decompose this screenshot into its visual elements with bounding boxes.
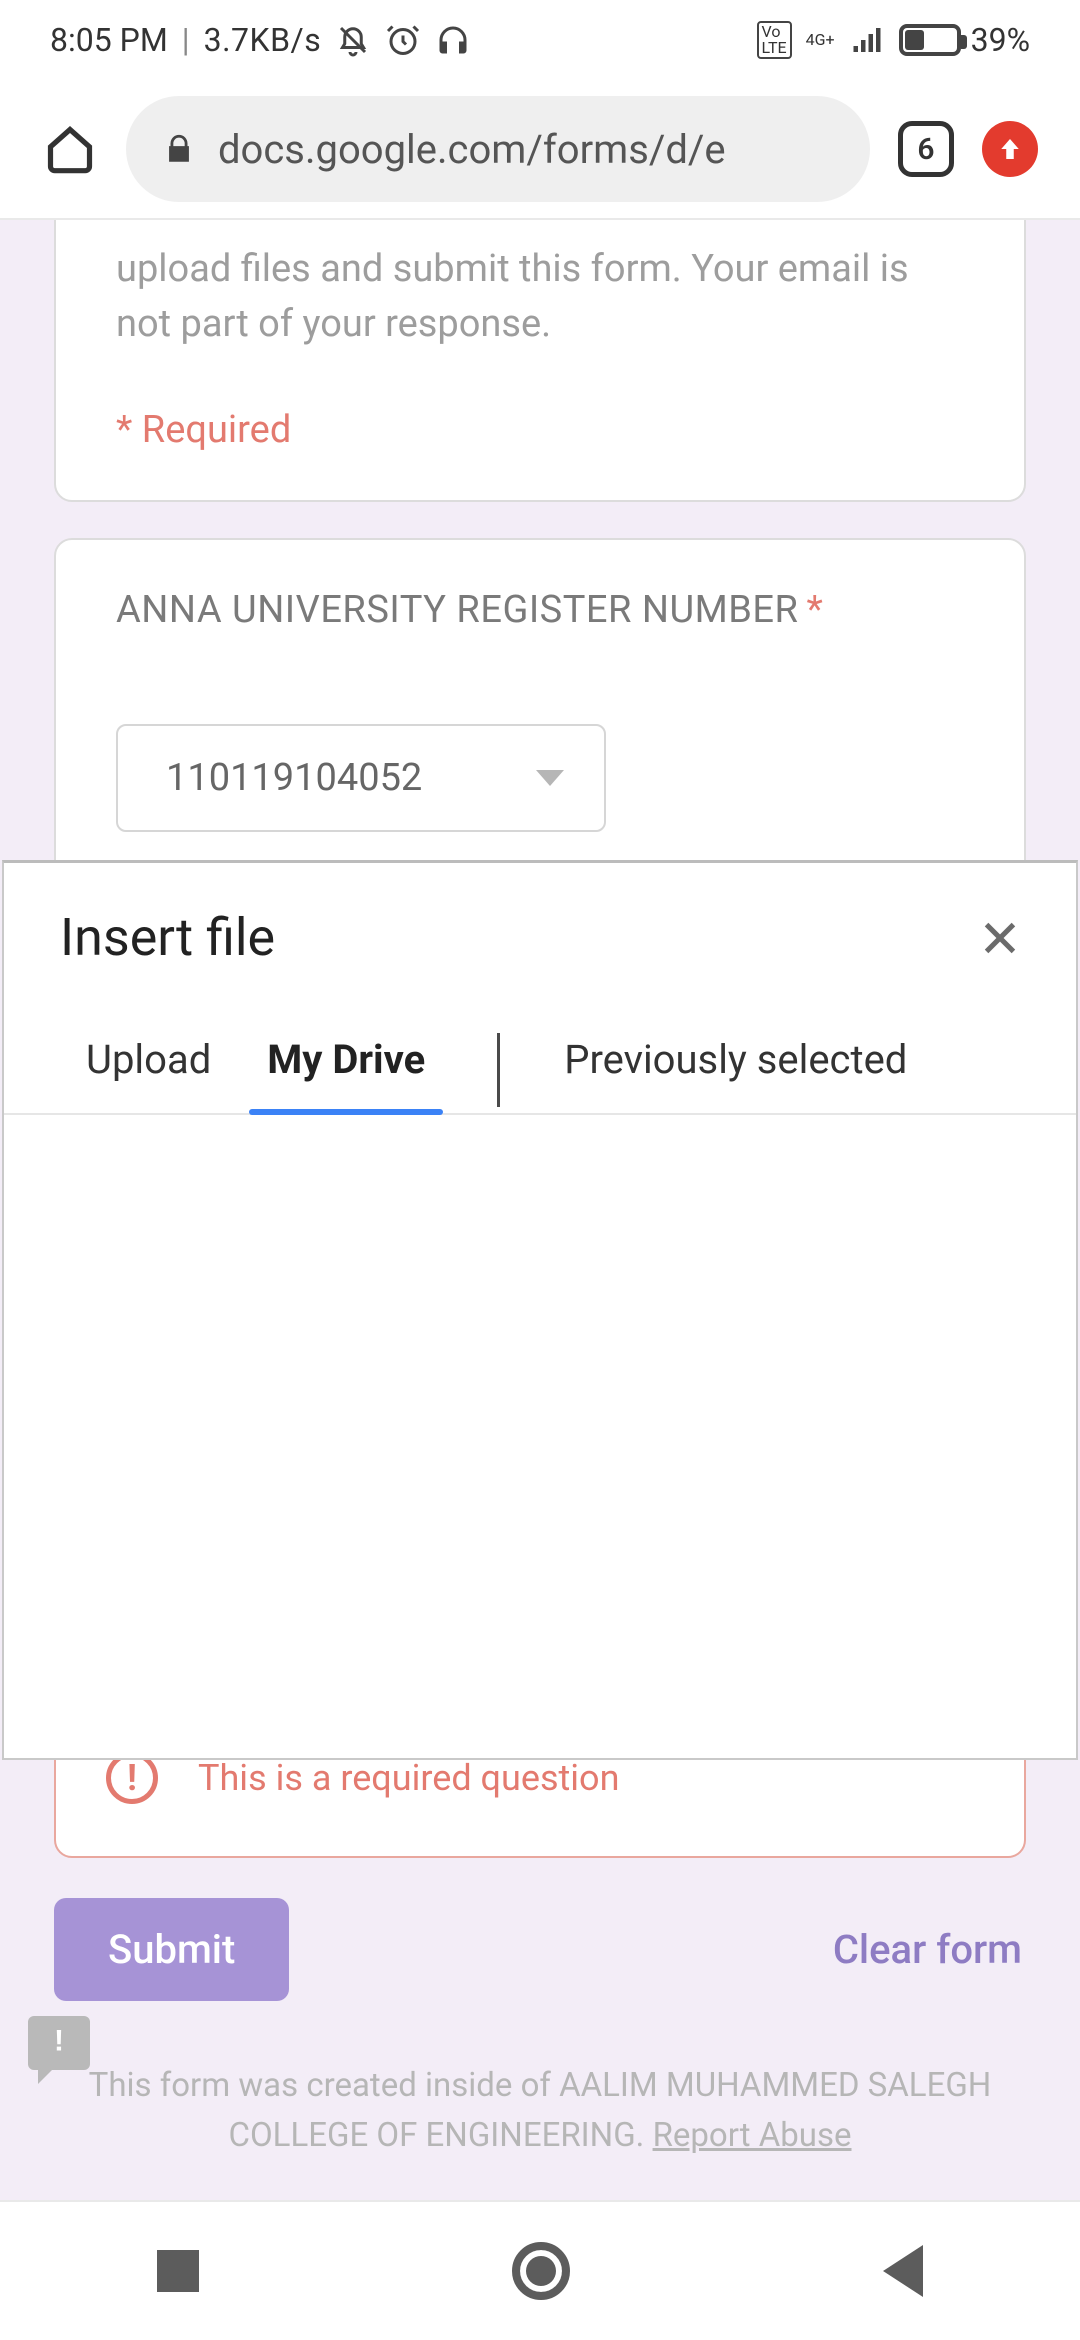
modal-panel: Insert file Upload My Drive Previously s… [2, 860, 1078, 1760]
report-abuse-link[interactable]: Report Abuse [653, 2116, 852, 2155]
nav-recent-button[interactable] [157, 2250, 199, 2292]
address-bar[interactable]: docs.google.com/forms/d/e [126, 96, 870, 202]
error-message: This is a required question [198, 1757, 619, 1799]
page-content: upload files and submit this form. Your … [0, 220, 1080, 2200]
insert-file-modal: Insert file Upload My Drive Previously s… [0, 860, 1080, 1760]
google-forms-brand: Google Forms [54, 2196, 1026, 2200]
required-indicator: * Required [116, 408, 964, 452]
home-button[interactable] [42, 121, 98, 177]
headphones-icon [435, 22, 471, 58]
tab-count: 6 [917, 132, 934, 167]
battery-percent: 39% [971, 21, 1030, 59]
question-title: ANNA UNIVERSITY REGISTER NUMBER* [116, 588, 964, 632]
tab-switcher-button[interactable]: 6 [898, 121, 954, 177]
form-actions: Submit Clear form [54, 1898, 1026, 2001]
form-header-card: upload files and submit this form. Your … [54, 220, 1026, 502]
required-asterisk: * [806, 588, 823, 632]
chevron-down-icon [536, 770, 564, 786]
signal-icon [849, 22, 885, 58]
update-button[interactable] [982, 121, 1038, 177]
url-text: docs.google.com/forms/d/e [218, 126, 726, 173]
network-type-label: 4G+ [806, 32, 835, 48]
battery-icon [899, 24, 961, 56]
tabs-divider [497, 1033, 500, 1107]
form-footer-note: This form was created inside of AALIM MU… [54, 2061, 1026, 2160]
arrow-up-icon [995, 134, 1025, 164]
alarm-icon [385, 22, 421, 58]
register-number-dropdown[interactable]: 110119104052 [116, 724, 606, 832]
modal-title: Insert file [60, 907, 275, 968]
status-clock: 8:05 PM [50, 21, 168, 59]
nav-bar [0, 2200, 1080, 2340]
bell-mute-icon [335, 22, 371, 58]
tab-previously-selected[interactable]: Previously selected [536, 1020, 935, 1113]
question-card: ANNA UNIVERSITY REGISTER NUMBER* 1101191… [54, 538, 1026, 882]
nav-home-button[interactable] [512, 2242, 570, 2300]
status-right: VoLTE 4G+ 39% [757, 21, 1030, 59]
browser-toolbar: docs.google.com/forms/d/e 6 [0, 80, 1080, 220]
volte-icon: VoLTE [757, 21, 792, 59]
status-bar: 8:05 PM | 3.7KB/s VoLTE 4G+ 39% [0, 0, 1080, 80]
status-divider: | [182, 21, 190, 59]
dropdown-selected-value: 110119104052 [166, 756, 422, 800]
form-info-note: upload files and submit this form. Your … [116, 242, 964, 352]
modal-tabs: Upload My Drive Previously selected [4, 994, 1076, 1115]
feedback-button[interactable]: ! [28, 2016, 90, 2070]
modal-header: Insert file [4, 863, 1076, 994]
submit-button[interactable]: Submit [54, 1898, 289, 2001]
question-label-text: ANNA UNIVERSITY REGISTER NUMBER [116, 588, 798, 632]
home-icon [44, 123, 96, 175]
tab-upload[interactable]: Upload [58, 1020, 239, 1113]
status-network-speed: 3.7KB/s [204, 21, 322, 59]
lock-icon [162, 132, 196, 166]
tab-my-drive[interactable]: My Drive [239, 1020, 453, 1113]
feedback-icon: ! [54, 2024, 64, 2058]
modal-body[interactable] [4, 1115, 1076, 1758]
battery-indicator: 39% [899, 21, 1030, 59]
clear-form-button[interactable]: Clear form [833, 1926, 1022, 1973]
close-button[interactable] [976, 914, 1024, 962]
nav-back-button[interactable] [883, 2245, 923, 2297]
status-left: 8:05 PM | 3.7KB/s [50, 21, 471, 59]
footer-text: This form was created inside of AALIM MU… [89, 2066, 992, 2155]
